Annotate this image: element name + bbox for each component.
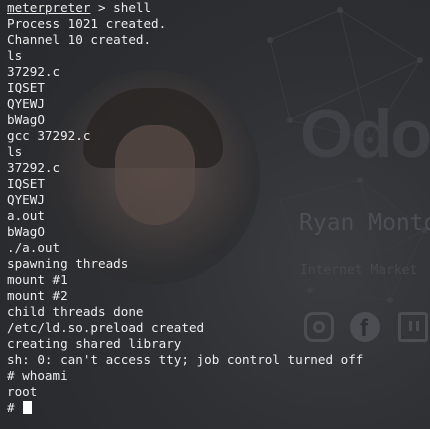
terminal-line: bWagO [7, 224, 45, 239]
terminal-line: ls [7, 48, 23, 63]
terminal-line: mount #1 [7, 272, 68, 287]
terminal-line: 37292.c [7, 64, 61, 79]
terminal-line: Channel 10 created. [7, 32, 152, 47]
terminal-line: IQSET [7, 176, 45, 191]
terminal-line: # whoami [7, 368, 68, 383]
terminal-line: a.out [7, 208, 45, 223]
terminal-lines: Process 1021 created. Channel 10 created.… [7, 16, 430, 400]
terminal-line: spawning threads [7, 256, 129, 271]
meterpreter-prompt-line: meterpreter > shell [7, 0, 430, 16]
terminal-line: Process 1021 created. [7, 16, 167, 31]
terminal-line: creating shared library [7, 336, 182, 351]
terminal-line: QYEWJ [7, 96, 45, 111]
terminal-line: sh: 0: can't access tty; job control tur… [7, 352, 364, 367]
terminal-line: 37292.c [7, 160, 61, 175]
shell-prompt: # [7, 400, 23, 415]
terminal-line: /etc/ld.so.preload created [7, 320, 205, 335]
shell-prompt-line[interactable]: # [7, 400, 430, 416]
prompt-command: > shell [90, 0, 152, 15]
terminal-line: root [7, 384, 38, 399]
terminal-line: mount #2 [7, 288, 68, 303]
terminal-line: ls [7, 144, 23, 159]
terminal-line: child threads done [7, 304, 144, 319]
terminal-line: gcc 37292.c [7, 128, 91, 143]
terminal-line: ./a.out [7, 240, 61, 255]
terminal-output[interactable]: meterpreter > shell Process 1021 created… [7, 0, 430, 429]
terminal-line: QYEWJ [7, 192, 45, 207]
prompt-label: meterpreter [7, 0, 91, 15]
terminal-line: IQSET [7, 80, 45, 95]
terminal-line: bWagO [7, 112, 45, 127]
text-cursor [23, 401, 33, 414]
